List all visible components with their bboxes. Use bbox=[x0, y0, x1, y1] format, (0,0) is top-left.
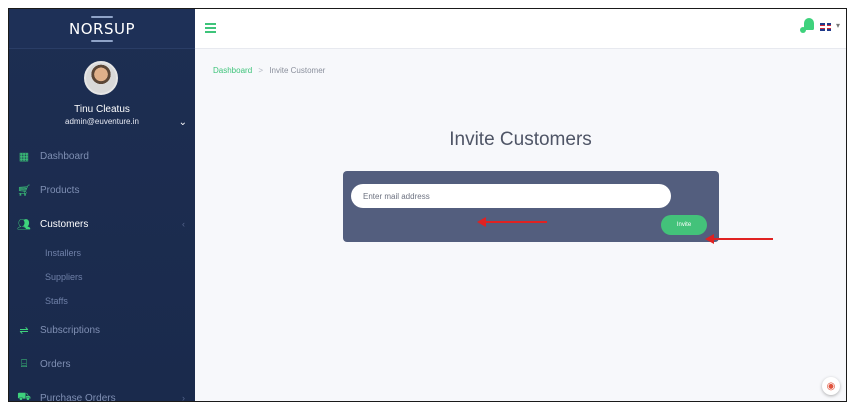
avatar[interactable] bbox=[84, 61, 118, 95]
profile-email: admin@euventure.in bbox=[65, 117, 139, 126]
logo-decoration-top bbox=[91, 15, 113, 18]
dashboard-icon: ▦ bbox=[18, 150, 30, 163]
invite-button[interactable]: Invite bbox=[661, 215, 707, 235]
cart-icon: 🛒︎ bbox=[17, 184, 31, 197]
brand-logo[interactable]: NORSUP bbox=[69, 20, 135, 38]
user-profile: Tinu Cleatus admin@euventure.in ⌄ bbox=[9, 49, 195, 139]
sidebar-item-customers[interactable]: 👥︎ Customers ‹ bbox=[9, 207, 195, 241]
sidebar-subitem-installers[interactable]: Installers bbox=[9, 241, 195, 265]
sidebar-nav: ▦ Dashboard 🛒︎ Products 👥︎ Customers ‹ I… bbox=[9, 139, 195, 402]
sidebar-item-label: Orders bbox=[40, 358, 71, 370]
uk-flag-icon[interactable] bbox=[820, 23, 831, 31]
sidebar-item-purchase-orders[interactable]: ⛟ Purchase Orders › bbox=[9, 381, 195, 402]
top-bar: ▾ bbox=[195, 9, 846, 49]
profile-name: Tinu Cleatus bbox=[74, 104, 130, 115]
breadcrumb: Dashboard > Invite Customer bbox=[213, 66, 325, 75]
sidebar-subitem-staffs[interactable]: Staffs bbox=[9, 289, 195, 313]
sidebar-item-subscriptions[interactable]: ⇌ Subscriptions bbox=[9, 313, 195, 347]
users-icon: 👥︎ bbox=[17, 218, 31, 231]
breadcrumb-separator: > bbox=[258, 66, 264, 75]
breadcrumb-current: Invite Customer bbox=[269, 66, 326, 75]
bell-icon[interactable] bbox=[800, 16, 816, 34]
invite-form-card: Invite bbox=[343, 171, 719, 242]
sidebar-item-orders[interactable]: ⌸ Orders bbox=[9, 347, 195, 381]
sidebar-item-label: Products bbox=[40, 184, 80, 196]
annotation-arrow-invite bbox=[705, 234, 773, 244]
sidebar-subitem-suppliers[interactable]: Suppliers bbox=[9, 265, 195, 289]
sidebar-item-label: Purchase Orders bbox=[40, 392, 116, 402]
chevron-right-icon: › bbox=[182, 393, 185, 402]
orders-icon: ⌸ bbox=[20, 357, 28, 370]
sidebar: NORSUP Tinu Cleatus admin@euventure.in ⌄… bbox=[9, 9, 195, 401]
page-title: Invite Customers bbox=[449, 129, 592, 150]
sidebar-item-products[interactable]: 🛒︎ Products bbox=[9, 173, 195, 207]
hamburger-icon[interactable] bbox=[205, 23, 216, 33]
sidebar-item-dashboard[interactable]: ▦ Dashboard bbox=[9, 139, 195, 173]
chevron-down-icon[interactable]: ⌄ bbox=[179, 117, 187, 128]
sidebar-item-label: Subscriptions bbox=[40, 324, 101, 336]
logo-decoration-bottom bbox=[91, 39, 113, 42]
email-input[interactable] bbox=[351, 184, 671, 208]
subscriptions-icon: ⇌ bbox=[19, 324, 29, 337]
sidebar-item-label: Dashboard bbox=[40, 150, 89, 162]
purchase-orders-icon: ⛟ bbox=[17, 391, 31, 402]
main-content: Dashboard > Invite Customer Invite Custo… bbox=[195, 49, 846, 401]
brand-header: NORSUP bbox=[9, 9, 195, 49]
language-dropdown-caret-icon[interactable]: ▾ bbox=[836, 21, 840, 30]
app-window: NORSUP Tinu Cleatus admin@euventure.in ⌄… bbox=[8, 8, 847, 402]
support-widget-icon[interactable]: ◉ bbox=[822, 377, 840, 395]
breadcrumb-dashboard-link[interactable]: Dashboard bbox=[213, 66, 252, 75]
annotation-arrow-email bbox=[477, 217, 547, 227]
chevron-left-icon: ‹ bbox=[182, 219, 185, 229]
sidebar-item-label: Customers bbox=[40, 218, 89, 230]
